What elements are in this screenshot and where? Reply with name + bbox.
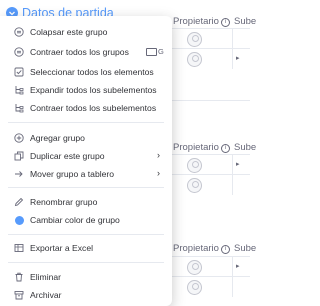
checkbox-icon <box>14 67 24 77</box>
subitems-cell[interactable]: ▸ <box>232 49 254 69</box>
excel-icon <box>14 243 24 253</box>
menu-divider <box>8 187 164 188</box>
person-avatar-icon[interactable] <box>187 32 202 47</box>
owner-column-header[interactable]: Propietario i <box>173 243 230 254</box>
subitems-cell[interactable]: ▸ <box>232 257 254 277</box>
menu-divider <box>8 262 164 263</box>
owner-column-header[interactable]: Propietario i <box>173 16 230 27</box>
owner-column-header[interactable]: Propietario i <box>173 142 230 153</box>
subitems-column-header[interactable]: Sube <box>234 142 256 153</box>
menu-item-expand-all-subitems[interactable]: Expandir todos los subelementos <box>0 81 172 99</box>
subitems-column-header[interactable]: Sube <box>234 16 256 27</box>
menu-divider <box>8 234 164 235</box>
menu-item-change-group-color[interactable]: Cambiar color de grupo <box>0 211 172 229</box>
caret-right-icon[interactable]: ▸ <box>236 55 240 62</box>
person-avatar-icon[interactable] <box>187 280 202 295</box>
menu-item-duplicate-group[interactable]: Duplicar este grupo › <box>0 147 172 165</box>
info-icon[interactable]: i <box>220 18 230 27</box>
menu-item-collapse-all-subitems[interactable]: Contraer todos los subelementos <box>0 99 172 117</box>
table-row[interactable] <box>172 276 250 297</box>
collapse-icon <box>14 27 24 37</box>
person-avatar-icon[interactable] <box>187 260 202 275</box>
table-row[interactable]: ▸ <box>172 154 250 175</box>
collapse-all-icon <box>14 47 24 57</box>
subitems-cell[interactable]: ▸ <box>232 155 254 175</box>
color-dot-icon <box>14 215 24 225</box>
table-row[interactable] <box>172 174 250 195</box>
menu-item-collapse-group[interactable]: Colapsar este grupo <box>0 23 172 41</box>
info-icon[interactable]: i <box>220 144 230 153</box>
menu-item-select-all-items[interactable]: Seleccionar todos los elementos <box>0 63 172 81</box>
chevron-right-icon: › <box>157 150 160 160</box>
menu-divider <box>8 122 164 123</box>
pencil-icon <box>14 197 24 207</box>
subitems-icon <box>14 103 24 113</box>
menu-item-rename-group[interactable]: Renombrar grupo <box>0 193 172 211</box>
subitems-cell[interactable] <box>232 175 254 195</box>
subitems-icon <box>14 85 24 95</box>
person-avatar-icon[interactable] <box>187 52 202 67</box>
trash-icon <box>14 272 24 282</box>
add-circle-icon <box>14 133 24 143</box>
table-row[interactable] <box>172 28 250 49</box>
archive-icon <box>14 290 24 300</box>
chevron-right-icon: › <box>157 168 160 178</box>
menu-item-export-excel[interactable]: Exportar a Excel <box>0 239 172 257</box>
person-avatar-icon[interactable] <box>187 178 202 193</box>
caret-right-icon[interactable]: ▸ <box>236 263 240 270</box>
menu-item-archive[interactable]: Archivar <box>0 286 172 304</box>
menu-item-collapse-all-groups[interactable]: Contraer todos los grupos G <box>0 43 172 61</box>
caret-right-icon[interactable]: ▸ <box>236 161 240 168</box>
subitems-cell[interactable] <box>232 29 254 49</box>
move-icon <box>14 169 24 179</box>
menu-item-add-group[interactable]: Agregar grupo <box>0 129 172 147</box>
info-icon[interactable]: i <box>220 245 230 254</box>
subitems-column-header[interactable]: Sube <box>234 243 256 254</box>
keyboard-key-icon <box>146 48 157 56</box>
subitems-cell[interactable] <box>232 277 254 297</box>
group-context-menu: Colapsar este grupo Contraer todos los g… <box>0 16 172 306</box>
duplicate-icon <box>14 151 24 161</box>
table-row[interactable]: ▸ <box>172 256 250 277</box>
menu-item-move-group[interactable]: Mover grupo a tablero › <box>0 165 172 183</box>
table-row[interactable]: ▸ <box>172 48 250 69</box>
menu-item-delete[interactable]: Eliminar <box>0 268 172 286</box>
person-avatar-icon[interactable] <box>187 158 202 173</box>
keyboard-shortcut: G <box>146 47 164 57</box>
